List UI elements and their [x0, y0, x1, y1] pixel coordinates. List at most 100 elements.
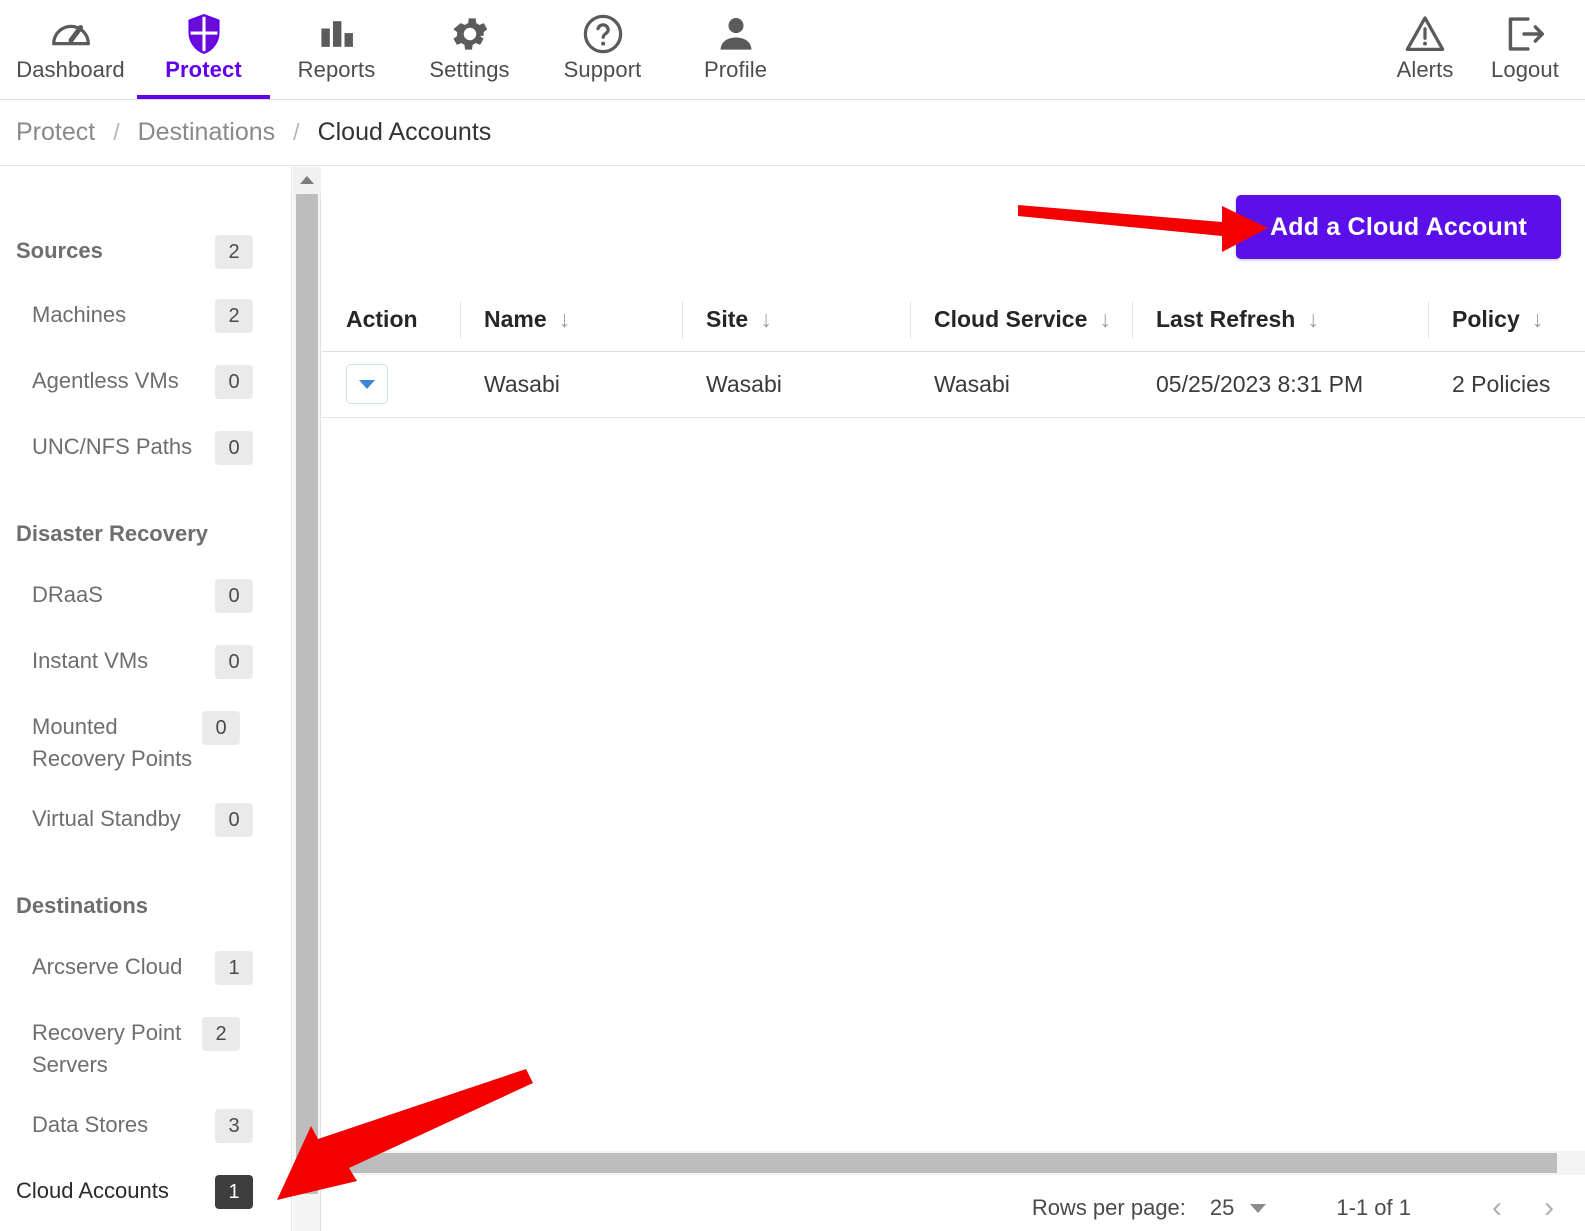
- rows-per-page-select[interactable]: 25: [1209, 1195, 1267, 1221]
- cell-action: [322, 351, 460, 418]
- sort-descending-icon[interactable]: ↓: [760, 306, 772, 332]
- sidebar-item-label: Arcserve Cloud: [32, 954, 183, 979]
- row-action-dropdown-button[interactable]: [346, 364, 388, 404]
- sidebar-item-label: Cloud Accounts: [16, 1178, 169, 1203]
- nav-label: Dashboard: [16, 57, 125, 82]
- sidebar-item-label: Virtual Standby: [32, 806, 181, 831]
- top-nav-secondary-group: Alerts Logout: [1375, 0, 1575, 99]
- content-toolbar: Add a Cloud Account: [1235, 195, 1561, 259]
- person-icon: [714, 10, 758, 58]
- sidebar-item-label: Data Stores: [32, 1112, 149, 1137]
- column-header-last-refresh[interactable]: Last Refresh ↓: [1132, 289, 1428, 352]
- scroll-left-button[interactable]: [322, 1151, 348, 1175]
- column-header-action[interactable]: Action: [322, 289, 460, 352]
- app-root: Dashboard Protect Reports Settings Suppo…: [0, 0, 1585, 1231]
- table-header: Action Name ↓ Site ↓ Cloud Service ↓ Last R: [322, 289, 1585, 352]
- status-badge: 0: [215, 431, 253, 465]
- sidebar-group-sources[interactable]: Sources 2: [0, 235, 291, 269]
- content-vertical-scrollbar[interactable]: [293, 167, 321, 1231]
- sidebar-item-recovery-point-servers[interactable]: Recovery Point Servers 2: [0, 1017, 291, 1081]
- cloud-accounts-table-container: Action Name ↓ Site ↓ Cloud Service ↓ Last R: [322, 289, 1585, 418]
- status-badge: 0: [215, 579, 253, 613]
- status-badge: 0: [215, 645, 253, 679]
- nav-item-profile[interactable]: Profile: [669, 0, 802, 99]
- breadcrumb-item-protect[interactable]: Protect: [16, 118, 95, 147]
- nav-item-logout[interactable]: Logout: [1475, 0, 1575, 99]
- sidebar-item-draas[interactable]: DRaaS 0: [0, 579, 291, 613]
- status-badge: 1: [215, 1175, 253, 1209]
- nav-item-dashboard[interactable]: Dashboard: [4, 0, 137, 99]
- add-cloud-account-button[interactable]: Add a Cloud Account: [1235, 195, 1561, 259]
- bar-chart-icon: [315, 10, 359, 58]
- sidebar-group-destinations: Destinations: [0, 890, 291, 922]
- logout-arrow-icon: [1502, 10, 1548, 58]
- status-badge: 0: [202, 711, 240, 745]
- nav-label: Settings: [429, 57, 510, 82]
- sort-descending-icon[interactable]: ↓: [1532, 306, 1544, 332]
- cell-policy: 2 Policies: [1428, 351, 1585, 418]
- status-badge: 1: [215, 951, 253, 985]
- nav-label: Logout: [1491, 57, 1559, 82]
- sort-descending-icon[interactable]: ↓: [1099, 306, 1111, 332]
- breadcrumb-separator: /: [293, 119, 300, 145]
- sidebar-group-disaster-recovery: Disaster Recovery: [0, 518, 291, 550]
- previous-page-button[interactable]: ‹: [1471, 1191, 1523, 1225]
- cell-last-refresh: 05/25/2023 8:31 PM: [1132, 351, 1428, 418]
- nav-label: Profile: [703, 57, 768, 82]
- sidebar-item-cloud-accounts[interactable]: Cloud Accounts 1: [0, 1175, 291, 1209]
- nav-label: Alerts: [1396, 57, 1454, 82]
- cell-site: Wasabi: [682, 351, 910, 418]
- rows-per-page-value: 25: [1209, 1195, 1235, 1220]
- status-badge: 2: [215, 299, 253, 333]
- column-header-policy[interactable]: Policy ↓: [1428, 289, 1585, 352]
- sidebar-item-arcserve-cloud[interactable]: Arcserve Cloud 1: [0, 951, 291, 985]
- nav-item-alerts[interactable]: Alerts: [1375, 0, 1475, 99]
- sidebar: Sources 2 Machines 2 Agentless VMs 0 UNC…: [0, 167, 292, 1231]
- sidebar-group-label: Destinations: [16, 893, 149, 918]
- scrollbar-thumb[interactable]: [296, 194, 318, 1194]
- column-header-site[interactable]: Site ↓: [682, 289, 910, 352]
- gear-icon: [448, 10, 492, 58]
- scroll-up-button[interactable]: [293, 167, 321, 193]
- table-row[interactable]: Wasabi Wasabi Wasabi 05/25/2023 8:31 PM …: [322, 351, 1585, 418]
- sidebar-item-instant-vms[interactable]: Instant VMs 0: [0, 645, 291, 679]
- scrollbar-thumb[interactable]: [349, 1153, 1557, 1173]
- sidebar-item-data-stores[interactable]: Data Stores 3: [0, 1109, 291, 1143]
- status-badge: 0: [215, 803, 253, 837]
- sidebar-group-label: Sources: [16, 238, 103, 263]
- column-label: Cloud Service: [934, 306, 1088, 333]
- cloud-accounts-table: Action Name ↓ Site ↓ Cloud Service ↓ Last R: [322, 289, 1585, 418]
- sidebar-item-unc-nfs-paths[interactable]: UNC/NFS Paths 0: [0, 431, 291, 465]
- sidebar-item-label: Agentless VMs: [32, 368, 179, 393]
- next-page-button[interactable]: ›: [1523, 1191, 1575, 1225]
- sidebar-group-label: Disaster Recovery: [16, 521, 209, 546]
- sidebar-item-label: Machines: [32, 302, 127, 327]
- column-label: Site: [706, 306, 749, 333]
- sort-descending-icon[interactable]: ↓: [559, 306, 571, 332]
- cell-name: Wasabi: [460, 351, 682, 418]
- sort-descending-icon[interactable]: ↓: [1307, 306, 1319, 332]
- nav-item-support[interactable]: Support: [536, 0, 669, 99]
- column-header-name[interactable]: Name ↓: [460, 289, 682, 352]
- nav-item-settings[interactable]: Settings: [403, 0, 536, 99]
- sidebar-item-mounted-recovery-points[interactable]: Mounted Recovery Points 0: [0, 711, 291, 775]
- chevron-down-icon: [1250, 1203, 1267, 1213]
- warning-triangle-icon: [1402, 10, 1448, 58]
- sidebar-item-agentless-vms[interactable]: Agentless VMs 0: [0, 365, 291, 399]
- nav-item-reports[interactable]: Reports: [270, 0, 403, 99]
- content-horizontal-scrollbar[interactable]: [322, 1151, 1585, 1175]
- nav-label: Support: [563, 57, 642, 82]
- top-navigation-bar: Dashboard Protect Reports Settings Suppo…: [0, 0, 1585, 100]
- shield-icon: [181, 10, 227, 58]
- column-label: Policy: [1452, 306, 1520, 333]
- status-badge: 2: [215, 235, 253, 269]
- question-circle-icon: [580, 10, 626, 58]
- nav-item-protect[interactable]: Protect: [137, 0, 270, 99]
- status-badge: 0: [215, 365, 253, 399]
- sidebar-item-label: Mounted Recovery Points: [32, 714, 193, 771]
- sidebar-item-virtual-standby[interactable]: Virtual Standby 0: [0, 803, 291, 837]
- sidebar-item-label: DRaaS: [32, 582, 103, 607]
- column-header-cloud-service[interactable]: Cloud Service ↓: [910, 289, 1132, 352]
- breadcrumb-item-destinations[interactable]: Destinations: [138, 118, 276, 147]
- sidebar-item-machines[interactable]: Machines 2: [0, 299, 291, 333]
